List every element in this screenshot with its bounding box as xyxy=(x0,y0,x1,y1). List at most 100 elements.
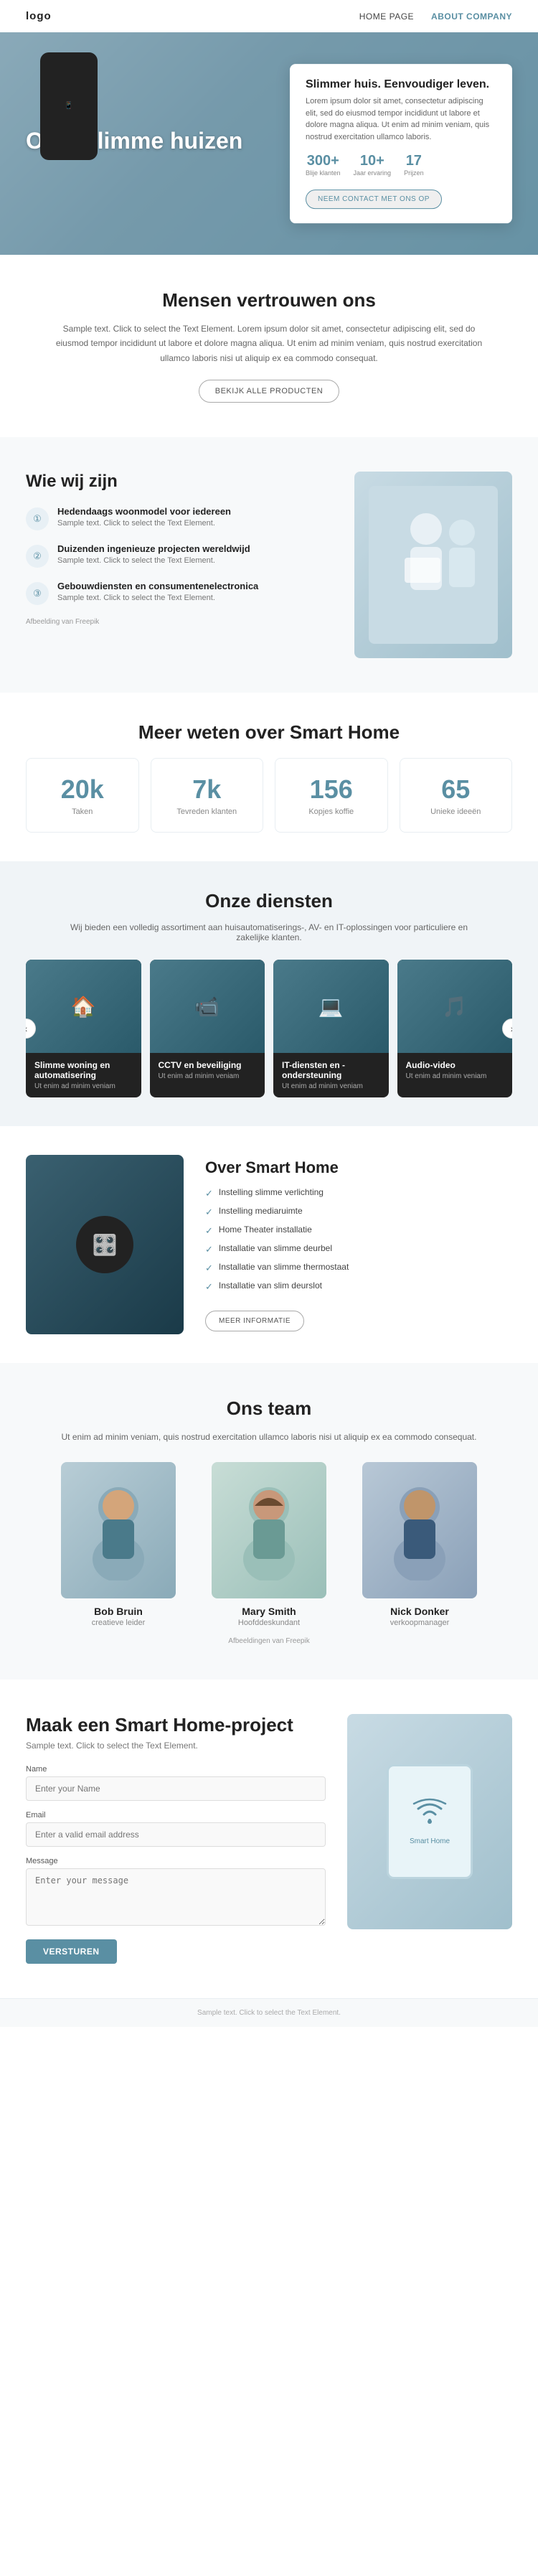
smarthome-right: Over Smart Home ✓ Instelling slimme verl… xyxy=(205,1158,512,1331)
name-input[interactable] xyxy=(26,1776,326,1801)
email-input[interactable] xyxy=(26,1822,326,1847)
footer: Sample text. Click to select the Text El… xyxy=(0,1998,538,2027)
team-avatar-nick xyxy=(362,1462,477,1598)
team-name-bob: Bob Bruin xyxy=(50,1606,187,1617)
who-inner: Wie wij zijn ① Hedendaags woonmodel voor… xyxy=(26,472,512,658)
team-card-bob: Bob Bruin creatieve leider xyxy=(50,1462,187,1627)
nav-links: HOME PAGE ABOUT COMPANY xyxy=(359,11,512,22)
check-item-0: ✓ Instelling slimme verlichting xyxy=(205,1187,512,1199)
phone-mockup: 📱 xyxy=(40,52,98,160)
team-name-mary: Mary Smith xyxy=(201,1606,337,1617)
trust-button[interactable]: BEKIJK ALLE PRODUCTEN xyxy=(199,380,340,403)
hero-card-title: Slimmer huis. Eenvoudiger leven. xyxy=(306,78,496,91)
trust-section: Mensen vertrouwen ons Sample text. Click… xyxy=(0,255,538,437)
check-icon-2: ✓ xyxy=(205,1225,213,1237)
check-icon-3: ✓ xyxy=(205,1244,213,1255)
wifi-icon xyxy=(412,1797,447,1832)
contact-title: Maak een Smart Home-project xyxy=(26,1714,326,1736)
message-input[interactable] xyxy=(26,1868,326,1926)
smarthome-image: 🎛️ xyxy=(26,1155,184,1334)
service-card-bg-1: 📹 xyxy=(150,960,265,1053)
more-info-button[interactable]: MEER INFORMATIE xyxy=(205,1311,304,1331)
services-section: Onze diensten Wij bieden een volledig as… xyxy=(0,861,538,1126)
team-grid: Bob Bruin creatieve leider Mary Smith Ho… xyxy=(26,1462,512,1627)
nav-link-home[interactable]: HOME PAGE xyxy=(359,11,414,22)
who-item-content-0: Hedendaags woonmodel voor iedereen Sampl… xyxy=(57,506,231,528)
stats-grid: 20k Taken 7k Tevreden klanten 156 Kopjes… xyxy=(26,758,512,833)
team-credit: Afbeeldingen van Freepik xyxy=(26,1637,512,1645)
contact-inner: Maak een Smart Home-project Sample text.… xyxy=(26,1714,512,1964)
check-icon-4: ✓ xyxy=(205,1263,213,1274)
services-title: Onze diensten xyxy=(26,890,512,912)
stat-card-3: 65 Unieke ideeën xyxy=(400,758,513,833)
who-section: Wie wij zijn ① Hedendaags woonmodel voor… xyxy=(0,437,538,693)
team-card-mary: Mary Smith Hoofddeskundant xyxy=(201,1462,337,1627)
service-card-body-3: Audio-video Ut enim ad minim veniam xyxy=(397,1053,513,1087)
form-group-name: Name xyxy=(26,1765,326,1801)
check-item-5: ✓ Installatie van slim deurslot xyxy=(205,1280,512,1293)
hero-phone: 📱 xyxy=(26,52,112,160)
service-card-2: 💻 IT-diensten en -ondersteuning Ut enim … xyxy=(273,960,389,1097)
who-icon-0: ① xyxy=(26,507,49,530)
hero-stat-2: 17 Prijzen xyxy=(404,153,424,178)
who-image xyxy=(354,472,512,658)
nav-link-about[interactable]: ABOUT COMPANY xyxy=(431,11,512,22)
hero-stat-1: 10+ Jaar ervaring xyxy=(354,153,392,178)
form-group-email: Email xyxy=(26,1811,326,1847)
service-card-body-0: Slimme woning en automatisering Ut enim … xyxy=(26,1053,141,1097)
smarthome-control: 🎛️ xyxy=(76,1216,133,1273)
form-label-message: Message xyxy=(26,1857,326,1865)
team-avatar-mary xyxy=(212,1462,326,1598)
contact-image: Smart Home xyxy=(347,1714,512,1929)
team-name-nick: Nick Donker xyxy=(351,1606,488,1617)
check-icon-5: ✓ xyxy=(205,1281,213,1293)
submit-button[interactable]: VERSTUREN xyxy=(26,1939,117,1964)
check-icon-1: ✓ xyxy=(205,1207,213,1218)
check-item-1: ✓ Instelling mediaruimte xyxy=(205,1206,512,1218)
stat-card-1: 7k Tevreden klanten xyxy=(151,758,264,833)
stat-card-0: 20k Taken xyxy=(26,758,139,833)
hero-stat-0: 300+ Blije klanten xyxy=(306,153,341,178)
check-item-3: ✓ Installatie van slimme deurbel xyxy=(205,1243,512,1255)
who-item-2: ③ Gebouwdiensten en consumentenelectroni… xyxy=(26,581,333,605)
team-title: Ons team xyxy=(26,1397,512,1420)
form-group-message: Message xyxy=(26,1857,326,1929)
who-item-1: ② Duizenden ingenieuze projecten wereldw… xyxy=(26,543,333,568)
form-label-name: Name xyxy=(26,1765,326,1774)
trust-text: Sample text. Click to select the Text El… xyxy=(47,322,491,365)
footer-text: Sample text. Click to select the Text El… xyxy=(26,2009,512,2017)
hero-content: Over slimme huizen 📱 xyxy=(0,128,268,160)
team-section: Ons team Ut enim ad minim veniam, quis n… xyxy=(0,1363,538,1679)
hero-section: Over slimme huizen 📱 Slimmer huis. Eenvo… xyxy=(0,32,538,255)
service-card-3: 🎵 Audio-video Ut enim ad minim veniam xyxy=(397,960,513,1097)
who-item-content-2: Gebouwdiensten en consumentenelectronica… xyxy=(57,581,258,602)
check-item-4: ✓ Installatie van slimme thermostaat xyxy=(205,1262,512,1274)
service-card-1: 📹 CCTV en beveiliging Ut enim ad minim v… xyxy=(150,960,265,1097)
who-icon-2: ③ xyxy=(26,582,49,605)
services-row: 🏠 Slimme woning en automatisering Ut eni… xyxy=(26,960,512,1097)
team-role-bob: creatieve leider xyxy=(50,1619,187,1627)
hero-card-text: Lorem ipsum dolor sit amet, consectetur … xyxy=(306,95,496,143)
smarthome-section: 🎛️ Over Smart Home ✓ Instelling slimme v… xyxy=(0,1126,538,1363)
check-item-2: ✓ Home Theater installatie xyxy=(205,1224,512,1237)
hero-cta-button[interactable]: NEEM CONTACT MET ONS OP xyxy=(306,189,442,209)
tablet-mockup: Smart Home xyxy=(387,1764,473,1879)
services-text: Wij bieden een volledig assortiment aan … xyxy=(68,922,470,942)
team-text: Ut enim ad minim veniam, quis nostrud ex… xyxy=(47,1430,491,1444)
smarthome-title: Over Smart Home xyxy=(205,1158,512,1177)
stats-section: Meer weten over Smart Home 20k Taken 7k … xyxy=(0,693,538,861)
team-role-mary: Hoofddeskundant xyxy=(201,1619,337,1627)
who-item-0: ① Hedendaags woonmodel voor iedereen Sam… xyxy=(26,506,333,530)
service-card-0: 🏠 Slimme woning en automatisering Ut eni… xyxy=(26,960,141,1097)
team-role-nick: verkoopmanager xyxy=(351,1619,488,1627)
nav-logo: logo xyxy=(26,10,52,22)
stats-title: Meer weten over Smart Home xyxy=(26,721,512,744)
who-credit: Afbeelding van Freepik xyxy=(26,618,333,626)
service-card-bg-2: 💻 xyxy=(273,960,389,1053)
who-icon-1: ② xyxy=(26,545,49,568)
who-left: Wie wij zijn ① Hedendaags woonmodel voor… xyxy=(26,472,333,626)
form-label-email: Email xyxy=(26,1811,326,1819)
service-card-body-2: IT-diensten en -ondersteuning Ut enim ad… xyxy=(273,1053,389,1097)
contact-form-area: Maak een Smart Home-project Sample text.… xyxy=(26,1714,326,1964)
hero-card: Slimmer huis. Eenvoudiger leven. Lorem i… xyxy=(290,64,512,223)
